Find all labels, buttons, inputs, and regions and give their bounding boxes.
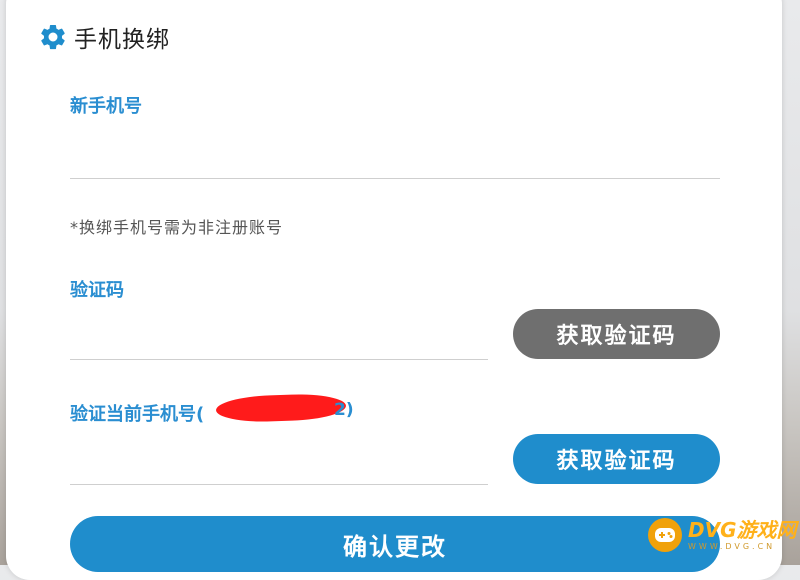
- confirm-change-button[interactable]: 确认更改: [70, 516, 720, 572]
- rebind-hint: *换绑手机号需为非注册账号: [70, 218, 284, 237]
- watermark: DVG游戏网 WWW.DVG.CN: [648, 518, 797, 552]
- page-title: 手机换绑: [74, 27, 170, 53]
- current-phone-code-input[interactable]: [70, 448, 488, 485]
- header: 手机换绑: [38, 20, 170, 54]
- new-phone-input[interactable]: [70, 142, 720, 179]
- gamepad-icon: [648, 518, 682, 552]
- new-phone-label: 新手机号: [70, 96, 142, 117]
- verify-code-input[interactable]: [70, 323, 488, 360]
- watermark-text: DVG游戏网: [688, 517, 797, 542]
- verify-code-label: 验证码: [70, 280, 124, 301]
- get-code-button-new[interactable]: 获取验证码: [513, 309, 720, 359]
- watermark-url: WWW.DVG.CN: [688, 541, 776, 551]
- get-code-button-current[interactable]: 获取验证码: [513, 434, 720, 484]
- gear-icon: [41, 24, 65, 50]
- current-phone-label: 验证当前手机号(: [70, 404, 205, 425]
- current-phone-suffix: 2): [334, 400, 354, 420]
